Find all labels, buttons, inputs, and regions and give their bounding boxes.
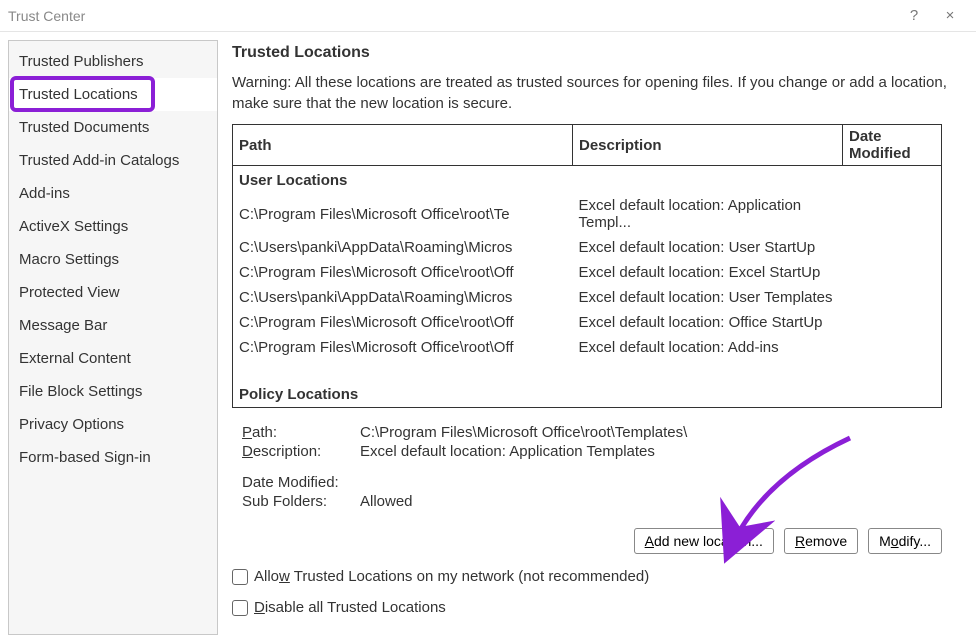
close-button[interactable]: × bbox=[932, 7, 968, 24]
cell-path: C:\Users\panki\AppData\Roaming\Micros bbox=[233, 285, 573, 310]
detail-path-value: C:\Program Files\Microsoft Office\root\T… bbox=[360, 424, 687, 441]
sidebar-item-trusted-publishers[interactable]: Trusted Publishers bbox=[9, 45, 217, 78]
table-row[interactable]: C:\Program Files\Microsoft Office\root\O… bbox=[233, 260, 942, 285]
cell-path: C:\Users\panki\AppData\Roaming\Micros bbox=[233, 235, 573, 260]
disable-all-label: Disable all Trusted Locations bbox=[254, 599, 446, 616]
sidebar-item-add-ins[interactable]: Add-ins bbox=[9, 177, 217, 210]
detail-sub-value: Allowed bbox=[360, 493, 413, 510]
cell-date bbox=[843, 285, 942, 310]
cell-date bbox=[843, 260, 942, 285]
sidebar-item-file-block-settings[interactable]: File Block Settings bbox=[9, 375, 217, 408]
checkbox-icon[interactable] bbox=[232, 600, 248, 616]
allow-network-checkbox-row[interactable]: Allow Trusted Locations on my network (n… bbox=[232, 568, 968, 585]
cell-path: C:\Program Files\Microsoft Office\root\O… bbox=[233, 335, 573, 360]
cell-desc: Excel default location: Application Temp… bbox=[573, 193, 843, 235]
table-row[interactable]: C:\Users\panki\AppData\Roaming\MicrosExc… bbox=[233, 235, 942, 260]
cell-date bbox=[843, 310, 942, 335]
detail-date-label: Date Modified: bbox=[242, 474, 360, 491]
detail-sub-label: Sub Folders: bbox=[242, 493, 360, 510]
table-group-header: Policy Locations bbox=[233, 380, 942, 408]
cell-desc: Excel default location: Add-ins bbox=[573, 335, 843, 360]
sidebar: Trusted PublishersTrusted LocationsTrust… bbox=[8, 40, 218, 635]
cell-desc: Excel default location: User StartUp bbox=[573, 235, 843, 260]
sidebar-item-protected-view[interactable]: Protected View bbox=[9, 276, 217, 309]
warning-text: Warning: All these locations are treated… bbox=[232, 72, 968, 114]
sidebar-item-macro-settings[interactable]: Macro Settings bbox=[9, 243, 217, 276]
sidebar-item-privacy-options[interactable]: Privacy Options bbox=[9, 408, 217, 441]
table-group-header: User Locations bbox=[233, 166, 942, 194]
disable-all-checkbox-row[interactable]: Disable all Trusted Locations bbox=[232, 599, 968, 616]
checkbox-icon[interactable] bbox=[232, 569, 248, 585]
detail-desc-label: Description: bbox=[242, 443, 360, 460]
sidebar-item-trusted-add-in-catalogs[interactable]: Trusted Add-in Catalogs bbox=[9, 144, 217, 177]
col-description[interactable]: Description bbox=[573, 125, 843, 166]
col-date[interactable]: Date Modified bbox=[843, 125, 942, 166]
sidebar-item-trusted-documents[interactable]: Trusted Documents bbox=[9, 111, 217, 144]
content-pane: Trusted Locations Warning: All these loc… bbox=[232, 40, 968, 635]
cell-desc: Excel default location: User Templates bbox=[573, 285, 843, 310]
window-title: Trust Center bbox=[8, 8, 896, 24]
add-new-location-button[interactable]: Add new location... bbox=[634, 528, 774, 554]
locations-table: Path Description Date Modified User Loca… bbox=[232, 124, 942, 408]
page-heading: Trusted Locations bbox=[232, 44, 968, 62]
cell-desc: Excel default location: Excel StartUp bbox=[573, 260, 843, 285]
details-pane: Path: C:\Program Files\Microsoft Office\… bbox=[232, 418, 968, 512]
col-path[interactable]: Path bbox=[233, 125, 573, 166]
cell-path: C:\Program Files\Microsoft Office\root\O… bbox=[233, 310, 573, 335]
sidebar-item-external-content[interactable]: External Content bbox=[9, 342, 217, 375]
table-row[interactable]: C:\Users\panki\AppData\Roaming\MicrosExc… bbox=[233, 285, 942, 310]
button-row: Add new location... Remove Modify... bbox=[232, 528, 942, 554]
sidebar-item-form-based-sign-in[interactable]: Form-based Sign-in bbox=[9, 441, 217, 474]
table-row[interactable]: C:\Program Files\Microsoft Office\root\T… bbox=[233, 193, 942, 235]
cell-desc: Excel default location: Office StartUp bbox=[573, 310, 843, 335]
cell-date bbox=[843, 235, 942, 260]
allow-network-label: Allow Trusted Locations on my network (n… bbox=[254, 568, 649, 585]
table-row[interactable]: C:\Program Files\Microsoft Office\root\O… bbox=[233, 335, 942, 360]
sidebar-item-activex-settings[interactable]: ActiveX Settings bbox=[9, 210, 217, 243]
modify-button[interactable]: Modify... bbox=[868, 528, 942, 554]
help-button[interactable]: ? bbox=[896, 7, 932, 24]
cell-path: C:\Program Files\Microsoft Office\root\O… bbox=[233, 260, 573, 285]
detail-desc-value: Excel default location: Application Temp… bbox=[360, 443, 655, 460]
cell-date bbox=[843, 335, 942, 360]
sidebar-item-message-bar[interactable]: Message Bar bbox=[9, 309, 217, 342]
remove-button[interactable]: Remove bbox=[784, 528, 858, 554]
detail-path-label: Path: bbox=[242, 424, 360, 441]
cell-date bbox=[843, 193, 942, 235]
table-row[interactable]: C:\Program Files\Microsoft Office\root\O… bbox=[233, 310, 942, 335]
sidebar-item-trusted-locations[interactable]: Trusted Locations bbox=[9, 78, 217, 111]
cell-path: C:\Program Files\Microsoft Office\root\T… bbox=[233, 193, 573, 235]
titlebar: Trust Center ? × bbox=[0, 0, 976, 32]
